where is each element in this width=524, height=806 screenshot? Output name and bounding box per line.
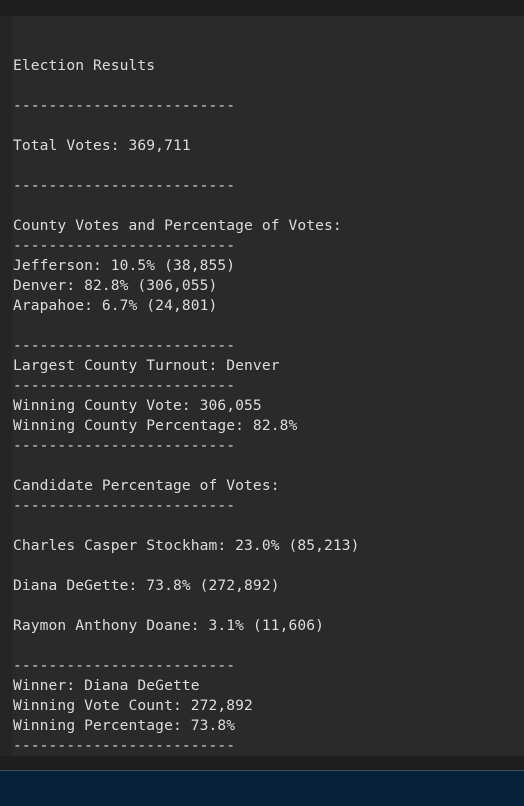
output-line-divider: ------------------------- [13, 437, 236, 454]
terminal-output-panel[interactable]: Election Results -----------------------… [12, 16, 524, 756]
output-line-county-arapahoe: Arapahoe: 6.7% (24,801) [13, 297, 218, 314]
output-line-county-denver: Denver: 82.8% (306,055) [13, 277, 218, 294]
output-line-winning-percentage: Winning Percentage: 73.8% [13, 717, 236, 734]
output-line-blank [13, 636, 360, 656]
output-line-winning-county-vote: Winning County Vote: 306,055 [13, 397, 262, 414]
output-line-candidate-stockham: Charles Casper Stockham: 23.0% (85,213) [13, 537, 360, 554]
output-line-blank [13, 516, 360, 536]
output-line-divider: ------------------------- [13, 237, 236, 254]
status-bar [0, 770, 524, 806]
output-line-candidate-doane: Raymon Anthony Doane: 3.1% (11,606) [13, 617, 325, 634]
output-line-blank [13, 596, 360, 616]
output-line-divider: ------------------------- [13, 97, 236, 114]
output-lines: Election Results -----------------------… [13, 36, 360, 756]
output-line-blank [13, 456, 360, 476]
editor-gutter [0, 16, 12, 756]
output-line-candidate-degette: Diana DeGette: 73.8% (272,892) [13, 577, 280, 594]
output-line-divider: ------------------------- [13, 337, 236, 354]
output-line-divider: ------------------------- [13, 377, 236, 394]
output-line-county-jefferson: Jefferson: 10.5% (38,855) [13, 257, 236, 274]
output-line-winning-county-percentage: Winning County Percentage: 82.8% [13, 417, 298, 434]
output-line-divider: ------------------------- [13, 497, 236, 514]
output-line-county-header: County Votes and Percentage of Votes: [13, 217, 342, 234]
output-line-largest-county: Largest County Turnout: Denver [13, 357, 280, 374]
output-line-blank [13, 196, 360, 216]
output-line-divider: ------------------------- [13, 177, 236, 194]
output-line-divider: ------------------------- [13, 657, 236, 674]
output-line-blank [13, 116, 360, 136]
output-line-blank [13, 36, 360, 56]
output-line-blank [13, 556, 360, 576]
output-line-title: Election Results [13, 57, 156, 74]
window-top-strip [0, 0, 524, 16]
output-line-blank [13, 156, 360, 176]
output-line-candidate-header: Candidate Percentage of Votes: [13, 477, 280, 494]
output-line-winning-vote-count: Winning Vote Count: 272,892 [13, 697, 253, 714]
output-line-divider: ------------------------- [13, 737, 236, 754]
output-line-blank [13, 76, 360, 96]
panel-separator [0, 756, 524, 770]
output-line-blank [13, 316, 360, 336]
output-line-total-votes: Total Votes: 369,711 [13, 137, 191, 154]
output-line-winner: Winner: Diana DeGette [13, 677, 200, 694]
